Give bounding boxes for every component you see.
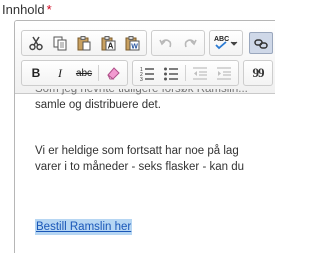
remove-format-icon — [107, 67, 120, 80]
cut-button[interactable] — [24, 32, 48, 54]
spellcheck-group: ABC — [209, 30, 243, 56]
redo-button[interactable] — [178, 32, 202, 54]
paragraph-2: Vi er heldige som fortsatt har noe på la… — [35, 143, 244, 175]
numbered-list-button[interactable]: 1 2 3 — [135, 62, 159, 84]
paragraph-2-line-2: varer i to måneder - seks flasker - kan … — [35, 161, 244, 173]
toolbar-divider — [185, 65, 186, 81]
paste-word-button[interactable]: W — [120, 32, 144, 54]
numbered-list-icon: 1 2 3 — [140, 67, 154, 81]
clipboard-group: A W — [21, 30, 147, 56]
blockquote-button[interactable]: 99 — [246, 62, 270, 84]
remove-format-button[interactable] — [101, 62, 125, 84]
strikethrough-button[interactable]: abc — [72, 62, 96, 84]
undo-icon — [159, 39, 172, 48]
block-group: 99 — [243, 60, 273, 86]
order-link[interactable]: Bestill Ramslin her — [35, 219, 133, 235]
bold-icon: B — [31, 66, 41, 80]
list-group: 1 2 3 — [132, 60, 239, 86]
toolbar-row-2: B I abc 1 2 3 99 — [21, 60, 275, 86]
cut-icon — [29, 36, 43, 51]
indent-icon — [217, 67, 231, 80]
required-mark: * — [46, 2, 52, 17]
toolbar-divider — [98, 65, 99, 81]
bulleted-list-icon — [164, 67, 178, 81]
redo-icon — [184, 39, 197, 48]
field-label: Innhold * — [2, 2, 52, 17]
editor-toolbar: A W ABC B I abc 1 2 3 99 — [15, 21, 275, 94]
copy-button[interactable] — [48, 32, 72, 54]
format-group: B I abc — [21, 60, 128, 86]
paragraph-1: Som jeg hevnte tidligere forsøk Ramslin.… — [35, 89, 248, 113]
svg-text:A: A — [108, 42, 114, 51]
toolbar-row-1: A W ABC — [21, 30, 275, 56]
paste-word-icon: W — [125, 36, 140, 51]
field-label-text: Innhold — [2, 2, 45, 17]
paste-text-button[interactable]: A — [96, 32, 120, 54]
spellcheck-icon: ABC — [214, 36, 238, 50]
strikethrough-icon: abc — [75, 67, 93, 79]
paste-button[interactable] — [72, 32, 96, 54]
undo-button[interactable] — [154, 32, 178, 54]
outdent-icon — [193, 67, 207, 80]
link-button[interactable] — [249, 32, 273, 54]
paste-icon — [77, 36, 91, 51]
blockquote-icon: 99 — [252, 65, 265, 80]
paragraph-2-line-1: Vi er heldige som fortsatt har noe på la… — [35, 145, 239, 157]
spellcheck-button[interactable]: ABC — [212, 32, 240, 54]
outdent-button[interactable] — [188, 62, 212, 84]
editor-content[interactable]: Som jeg hevnte tidligere forsøk Ramslin.… — [15, 89, 275, 253]
link-group — [247, 31, 275, 55]
italic-icon: I — [58, 65, 62, 80]
paragraph-1-line: samle og distribuere det. — [35, 99, 161, 111]
link-icon — [254, 37, 268, 50]
italic-button[interactable]: I — [48, 62, 72, 84]
history-group — [151, 30, 205, 56]
svg-text:3: 3 — [140, 77, 143, 81]
svg-text:W: W — [131, 44, 138, 51]
bulleted-list-button[interactable] — [159, 62, 183, 84]
indent-button[interactable] — [212, 62, 236, 84]
rich-text-editor[interactable]: A W ABC B I abc 1 2 3 99 Som jeg hevnte … — [14, 20, 275, 253]
copy-icon — [53, 36, 67, 51]
bold-button[interactable]: B — [24, 62, 48, 84]
spellcheck-label: ABC — [214, 36, 229, 43]
paste-text-icon: A — [101, 36, 116, 51]
